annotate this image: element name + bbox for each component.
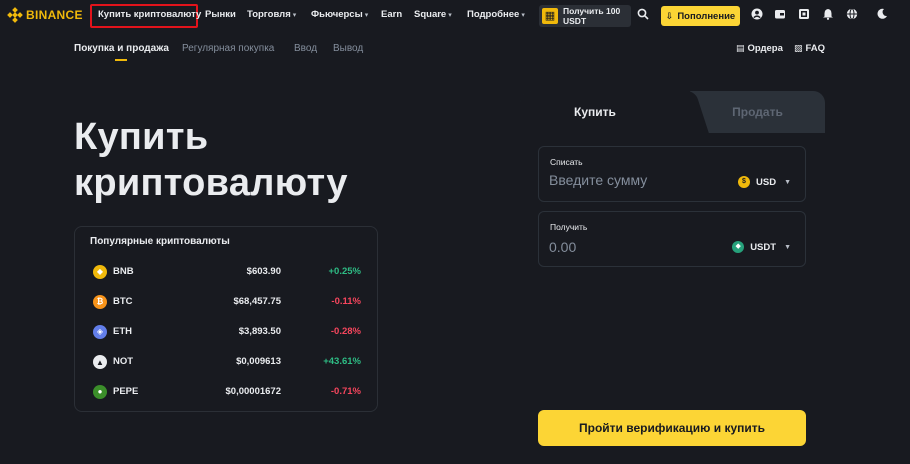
promo-text: Получить 100 USDT <box>563 6 621 26</box>
binance-logo[interactable]: BINANCE <box>7 7 83 23</box>
btc-coin-icon: ₿ <box>93 295 107 309</box>
coin-price: $0,009613 <box>236 356 281 367</box>
pepe-coin-icon: ● <box>93 385 107 399</box>
verify-and-buy-button[interactable]: Пройти верификацию и купить <box>538 410 806 446</box>
coin-symbol: PEPE <box>113 386 139 397</box>
spend-amount-input[interactable] <box>549 172 709 188</box>
tab-buy-sell[interactable]: Покупка и продажа <box>74 43 169 54</box>
receive-field[interactable]: Получить 0.00 ◆ USDT ▼ <box>538 211 806 267</box>
chevron-down-icon: ▾ <box>448 12 452 19</box>
spend-label: Списать <box>550 157 583 167</box>
coin-price: $0,00001672 <box>225 386 281 397</box>
coin-symbol: ETH <box>113 326 132 337</box>
nav-futures[interactable]: Фьючерсы ▾ <box>311 9 368 20</box>
eth-coin-icon: ◈ <box>93 325 107 339</box>
not-coin-icon: ▲ <box>93 355 107 369</box>
active-tab-indicator <box>115 59 127 61</box>
coin-symbol: BTC <box>113 296 133 307</box>
gift-icon: ▦ <box>542 8 558 24</box>
popular-crypto-title: Популярные криптовалюты <box>90 236 230 247</box>
trade-form: Списать $ USD ▼ Получить 0.00 ◆ USDT ▼ П… <box>520 133 825 464</box>
buy-tab-label[interactable]: Купить <box>520 105 670 119</box>
popular-crypto-card: Популярные криптовалюты ◆ BNB $603.90 +0.25… <box>74 226 378 412</box>
coin-symbol: BNB <box>113 266 134 277</box>
orders-icon[interactable] <box>796 8 812 24</box>
faq-link[interactable]: ▨ FAQ <box>794 43 825 54</box>
document-icon: ▤ <box>736 43 745 53</box>
coin-row[interactable]: ◆ BNB $603.90 +0.25% <box>75 263 379 283</box>
bnb-coin-icon: ◆ <box>93 265 107 279</box>
coin-row[interactable]: ▲ NOT $0,009613 +43.61% <box>75 353 379 373</box>
coin-row[interactable]: ◈ ETH $3,893.50 -0.28% <box>75 323 379 343</box>
usd-coin-icon: $ <box>738 176 750 188</box>
orders-link[interactable]: ▤ Ордера <box>736 43 783 54</box>
page-title-line2: криптовалюту <box>74 162 348 204</box>
coin-row[interactable]: ● PEPE $0,00001672 -0.71% <box>75 383 379 403</box>
help-icon: ▨ <box>794 43 803 53</box>
nav-buy-crypto[interactable]: Купить криптовалюту <box>98 9 201 20</box>
receive-label: Получить <box>550 222 588 232</box>
receive-amount: 0.00 <box>549 239 577 255</box>
coin-price: $68,457.75 <box>233 296 281 307</box>
receive-currency-select[interactable]: ◆ USDT ▼ <box>732 241 791 253</box>
usdt-coin-icon: ◆ <box>732 241 745 253</box>
top-navbar: BINANCE Купить криптовалюту Рынки Торгов… <box>0 0 910 32</box>
coin-change: -0.28% <box>330 326 361 337</box>
logo-text: BINANCE <box>26 8 83 22</box>
wallet-icon[interactable] <box>772 8 788 24</box>
page-title-line1: Купить <box>74 116 209 158</box>
chevron-down-icon: ▼ <box>784 178 791 186</box>
sell-tab[interactable]: Продать <box>690 105 825 119</box>
trade-panel: Купить Продать Списать $ USD ▼ Получить … <box>520 91 825 464</box>
moon-icon[interactable] <box>874 8 890 24</box>
deposit-label: Пополнение <box>677 10 736 22</box>
tab-deposit[interactable]: Ввод <box>294 43 317 54</box>
deposit-button[interactable]: ⇩ Пополнение <box>661 6 740 26</box>
spend-field[interactable]: Списать $ USD ▼ <box>538 146 806 202</box>
promo-banner[interactable]: ▦ Получить 100 USDT <box>539 5 631 27</box>
chevron-down-icon: ▾ <box>292 12 297 19</box>
spend-currency-label: USD <box>756 176 777 188</box>
chevron-down-icon: ▾ <box>364 12 369 19</box>
nav-trade[interactable]: Торговля ▾ <box>247 9 296 20</box>
coin-change: -0.11% <box>331 296 361 307</box>
coin-change: +43.61% <box>323 356 361 367</box>
globe-icon[interactable] <box>844 8 860 24</box>
user-icon[interactable] <box>749 8 765 24</box>
bell-icon[interactable] <box>820 8 836 24</box>
coin-symbol: NOT <box>113 356 134 367</box>
download-icon: ⇩ <box>665 10 674 21</box>
nav-more[interactable]: Подробнее ▾ <box>467 9 525 20</box>
coin-price: $3,893.50 <box>238 326 281 337</box>
coin-change: +0.25% <box>328 266 362 277</box>
page-title: Купить криптовалюту <box>74 114 348 206</box>
nav-earn[interactable]: Earn <box>381 9 402 20</box>
coin-row[interactable]: ₿ BTC $68,457.75 -0.11% <box>75 293 379 313</box>
chevron-down-icon: ▼ <box>784 243 791 251</box>
nav-markets[interactable]: Рынки <box>205 9 236 20</box>
spend-currency-select[interactable]: $ USD ▼ <box>738 176 791 188</box>
tab-recurring-buy[interactable]: Регулярная покупка <box>182 43 274 54</box>
chevron-down-icon: ▾ <box>521 12 525 19</box>
tab-withdraw[interactable]: Вывод <box>333 43 363 54</box>
binance-logo-icon <box>7 7 23 23</box>
receive-currency-label: USDT <box>750 241 777 253</box>
nav-square[interactable]: Square ▾ <box>414 9 452 20</box>
coin-price: $603.90 <box>246 266 281 277</box>
coin-change: -0.71% <box>330 386 361 397</box>
search-icon[interactable] <box>635 8 651 24</box>
